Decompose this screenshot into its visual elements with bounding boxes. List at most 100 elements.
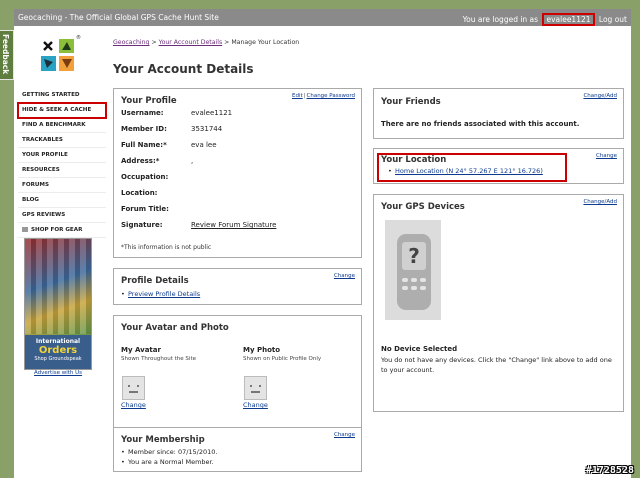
- profile-details-title: Profile Details: [121, 276, 189, 286]
- ad-text: International Orders Shop Groundspeak: [25, 335, 91, 369]
- gps-title: Your GPS Devices: [381, 202, 465, 212]
- avatar-column: My Avatar Shown Throughout the Site: [121, 346, 196, 362]
- sidebar-item-your-profile[interactable]: YOUR PROFILE: [18, 148, 106, 163]
- logged-in-text: You are logged in as: [462, 15, 539, 24]
- location-title: Your Location: [381, 155, 447, 165]
- breadcrumb-account[interactable]: Your Account Details: [159, 39, 223, 46]
- shop-gear-label: SHOP FOR GEAR: [31, 227, 83, 233]
- profile-details-controls: Change: [334, 273, 355, 279]
- gps-devices-panel: Your GPS Devices Change/Add ? No Device …: [373, 194, 624, 412]
- member-id-value: 3531744: [191, 125, 223, 133]
- friends-change-add-link[interactable]: Change/Add: [583, 93, 617, 99]
- change-password-link[interactable]: Change Password: [307, 93, 356, 99]
- photo-column: My Photo Shown on Public Profile Only: [243, 346, 321, 362]
- breadcrumb-home[interactable]: Geocaching: [113, 39, 149, 46]
- breadcrumb-current: Manage Your Location: [231, 39, 300, 46]
- full-name-value: eva lee: [191, 141, 217, 149]
- username-label: Username:: [121, 109, 164, 117]
- cart-icon: [22, 227, 28, 232]
- page-title: Your Account Details: [113, 62, 254, 76]
- private-info-note: *This information is not public: [121, 244, 212, 251]
- edit-profile-link[interactable]: Edit: [292, 93, 303, 99]
- sidebar-item-hide-seek-cache[interactable]: HIDE & SEEK A CACHE: [17, 102, 107, 119]
- member-id-label: Member ID:: [121, 125, 167, 133]
- no-friends-message: There are no friends associated with thi…: [381, 120, 580, 128]
- site-title: Geocaching - The Official Global GPS Cac…: [18, 13, 219, 22]
- profile-details-panel: Profile Details Change Preview Profile D…: [113, 268, 362, 305]
- breadcrumb-sep: >: [224, 39, 230, 46]
- profile-controls: Edit|Change Password: [292, 93, 355, 99]
- sidebar: ® GETTING STARTED HIDE & SEEK A CACHE FI…: [14, 26, 107, 478]
- feedback-label: Feedback: [1, 34, 10, 75]
- sidebar-item-forums[interactable]: FORUMS: [18, 178, 106, 193]
- location-panel: Your Location Change Home Location (N 24…: [373, 148, 624, 184]
- sidebar-item-resources[interactable]: RESOURCES: [18, 163, 106, 178]
- sidebar-nav: GETTING STARTED HIDE & SEEK A CACHE FIND…: [17, 88, 107, 238]
- gps-change-add-link[interactable]: Change/Add: [583, 199, 617, 205]
- geocaching-logo[interactable]: ®: [39, 35, 81, 74]
- page: ® GETTING STARTED HIDE & SEEK A CACHE FI…: [14, 26, 631, 478]
- preview-profile-link[interactable]: Preview Profile Details: [121, 290, 200, 298]
- registered-mark-icon: ®: [76, 35, 81, 41]
- avatar-change-link[interactable]: Change: [121, 401, 146, 409]
- advertise-link[interactable]: Advertise with Us: [34, 370, 82, 376]
- membership-title: Your Membership: [121, 435, 205, 445]
- username-value: evalee1121: [191, 109, 233, 117]
- occupation-label: Occupation:: [121, 173, 169, 181]
- photo-placeholder-icon: [244, 376, 267, 400]
- gps-controls: Change/Add: [583, 199, 617, 205]
- friends-panel: Your Friends Change/Add There are no fri…: [373, 88, 624, 139]
- friends-controls: Change/Add: [583, 93, 617, 99]
- breadcrumb: Geocaching > Your Account Details > Mana…: [113, 39, 299, 46]
- profile-panel: Your Profile Edit|Change Password Userna…: [113, 88, 362, 258]
- membership-change-link[interactable]: Change: [334, 432, 355, 438]
- photo-change-link[interactable]: Change: [243, 401, 268, 409]
- avatar-photo-panel: Your Avatar and Photo My Avatar Shown Th…: [113, 315, 362, 441]
- logout-link[interactable]: Log out: [599, 15, 627, 24]
- login-status: You are logged in as evalee1121 Log out: [463, 13, 627, 26]
- photo-subtext: Shown on Public Profile Only: [243, 356, 322, 362]
- friends-title: Your Friends: [381, 97, 441, 107]
- home-location-link[interactable]: Home Location (N 24° 57.267 E 121° 16.72…: [388, 167, 543, 175]
- flags-image: [25, 239, 91, 334]
- location-controls: Change: [596, 153, 617, 159]
- ctl-separator: |: [303, 93, 306, 99]
- forum-title-label: Forum Title:: [121, 205, 169, 213]
- ad-line-international: International: [35, 338, 81, 345]
- watermark: #1728528: [585, 465, 634, 476]
- photo-heading: My Photo: [243, 346, 281, 354]
- avatar-heading: My Avatar: [121, 346, 161, 354]
- sidebar-item-gps-reviews[interactable]: GPS REVIEWS: [18, 208, 106, 223]
- address-label: Address:*: [121, 157, 160, 165]
- full-name-label: Full Name:*: [121, 141, 167, 149]
- avatar-subtext: Shown Throughout the Site: [121, 356, 196, 362]
- geocaching-logo-icon: [41, 39, 74, 71]
- username-link[interactable]: evalee1121: [542, 13, 595, 26]
- signature-label: Signature:: [121, 221, 163, 229]
- membership-panel: Your Membership Change Member since: 07/…: [113, 427, 362, 472]
- gps-device-placeholder-icon: ?: [385, 220, 441, 320]
- location-change-link[interactable]: Change: [596, 153, 617, 159]
- sidebar-item-blog[interactable]: BLOG: [18, 193, 106, 208]
- avatar-photo-title: Your Avatar and Photo: [121, 323, 229, 333]
- ad-line-orders: Orders: [38, 345, 78, 356]
- review-signature-link[interactable]: Review Forum Signature: [191, 221, 276, 229]
- location-label: Location:: [121, 189, 158, 197]
- shop-ad-banner[interactable]: International Orders Shop Groundspeak: [24, 238, 92, 370]
- feedback-tab[interactable]: Feedback: [0, 30, 14, 80]
- member-type: You are a Normal Member.: [121, 458, 214, 466]
- top-bar: Geocaching - The Official Global GPS Cac…: [14, 9, 631, 26]
- profile-details-change-link[interactable]: Change: [334, 273, 355, 279]
- membership-controls: Change: [334, 432, 355, 438]
- no-device-heading: No Device Selected: [381, 345, 458, 353]
- address-value: ,: [191, 157, 194, 165]
- sidebar-item-trackables[interactable]: TRACKABLES: [18, 133, 106, 148]
- sidebar-item-find-benchmark[interactable]: FIND A BENCHMARK: [18, 118, 106, 133]
- sidebar-item-shop-gear[interactable]: SHOP FOR GEAR: [18, 223, 106, 238]
- sidebar-item-getting-started[interactable]: GETTING STARTED: [18, 88, 106, 103]
- avatar-placeholder-icon: [122, 376, 145, 400]
- breadcrumb-sep: >: [151, 39, 157, 46]
- no-device-description: You do not have any devices. Click the "…: [381, 356, 612, 374]
- ad-line-shop: Shop Groundspeak: [34, 356, 82, 362]
- profile-title: Your Profile: [121, 96, 177, 106]
